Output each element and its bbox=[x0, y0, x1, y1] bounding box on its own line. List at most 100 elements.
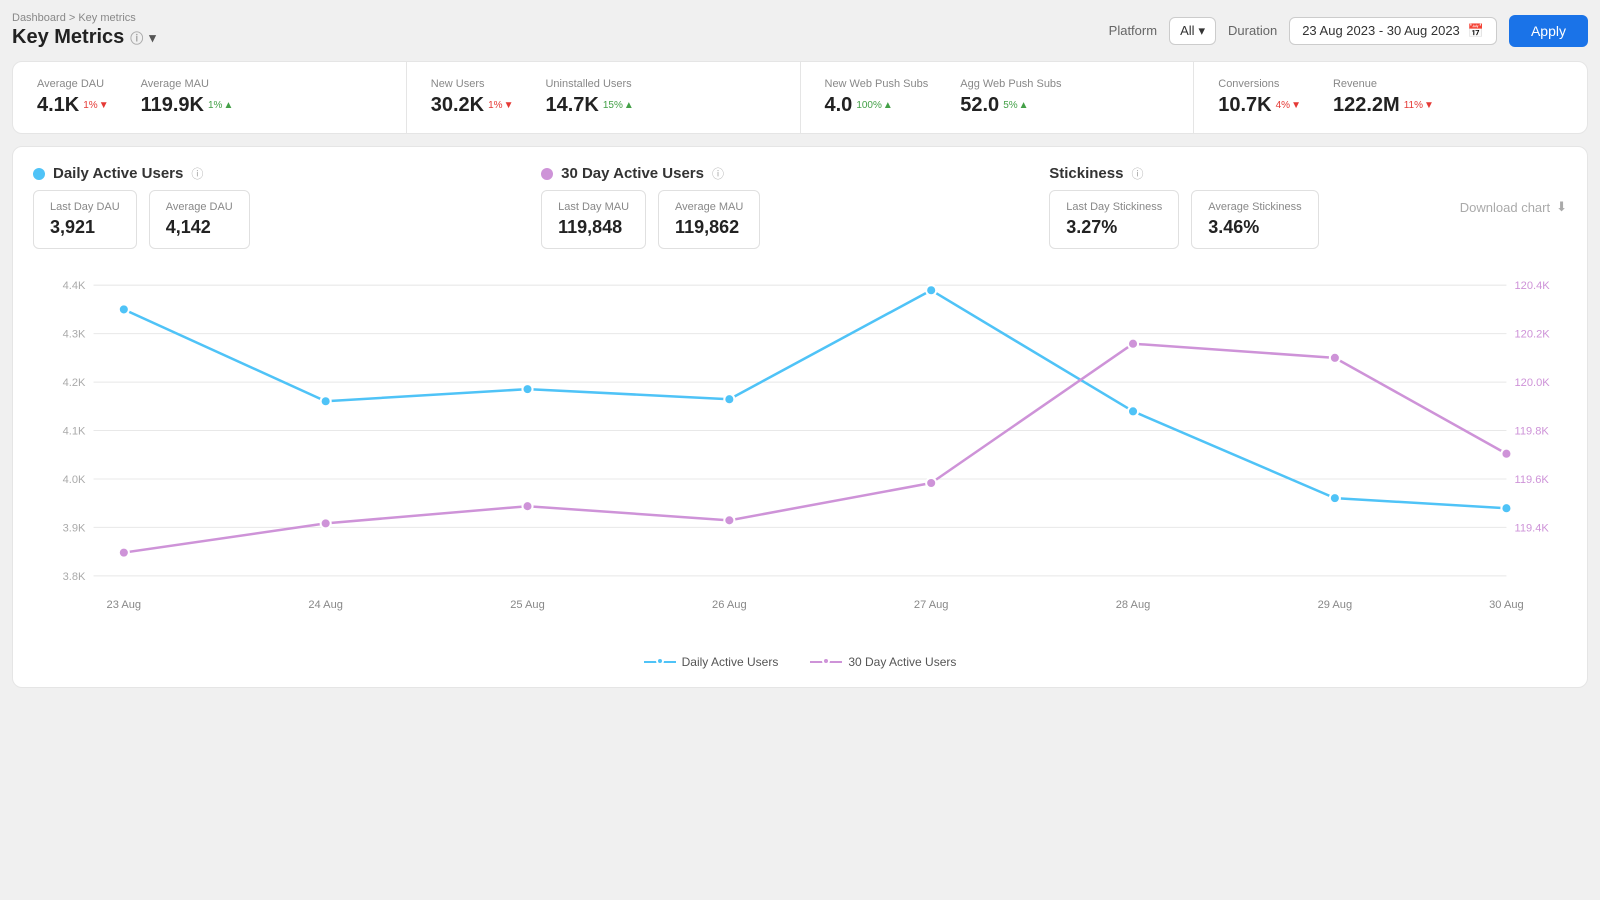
metric-agg-web-push: Agg Web Push Subs 52.0 5% ▲ bbox=[960, 78, 1061, 117]
avg-mau-value: 119.9K 1% ▲ bbox=[141, 94, 234, 117]
date-picker[interactable]: 23 Aug 2023 - 30 Aug 2023 📅 bbox=[1289, 17, 1497, 45]
dau-avg-value: 4,142 bbox=[166, 217, 233, 238]
calendar-icon: 📅 bbox=[1468, 23, 1484, 39]
legend-dau-label: Daily Active Users bbox=[682, 655, 779, 669]
svg-text:119.4K: 119.4K bbox=[1515, 522, 1550, 534]
dau-avg-label: Average DAU bbox=[166, 201, 233, 213]
new-users-badge: 1% ▼ bbox=[488, 100, 513, 111]
apply-button[interactable]: Apply bbox=[1509, 15, 1588, 47]
revenue-label: Revenue bbox=[1333, 78, 1434, 90]
download-chart-button[interactable]: Download chart ⬇ bbox=[1460, 199, 1567, 215]
dau-dot bbox=[33, 168, 45, 180]
agg-web-push-value: 52.0 5% ▲ bbox=[960, 94, 1061, 117]
duration-label: Duration bbox=[1228, 23, 1277, 38]
chart-header: Daily Active Users ⓘ Last Day DAU 3,921 … bbox=[33, 165, 1567, 249]
svg-text:28 Aug: 28 Aug bbox=[1116, 599, 1151, 611]
legend-mau: 30 Day Active Users bbox=[810, 655, 956, 669]
svg-text:24 Aug: 24 Aug bbox=[308, 599, 343, 611]
legend-mau-label: 30 Day Active Users bbox=[848, 655, 956, 669]
svg-text:29 Aug: 29 Aug bbox=[1318, 599, 1353, 611]
avg-dau-label: Average DAU bbox=[37, 78, 109, 90]
stickiness-avg-value: 3.46% bbox=[1208, 217, 1301, 238]
metrics-group-4: Conversions 10.7K 4% ▼ Revenue 122.2M 11… bbox=[1194, 62, 1587, 133]
mau-avg-label: Average MAU bbox=[675, 201, 743, 213]
stickiness-section: Stickiness ⓘ Last Day Stickiness 3.27% A… bbox=[1049, 165, 1440, 249]
dau-section: Daily Active Users ⓘ Last Day DAU 3,921 … bbox=[33, 165, 521, 249]
metrics-group-2: New Users 30.2K 1% ▼ Uninstalled Users 1… bbox=[407, 62, 801, 133]
metrics-group-1: Average DAU 4.1K 1% ▼ Average MAU 119.9K… bbox=[13, 62, 407, 133]
mau-info-icon[interactable]: ⓘ bbox=[712, 165, 724, 182]
stickiness-last-day-box: Last Day Stickiness 3.27% bbox=[1049, 190, 1179, 249]
dau-info-icon[interactable]: ⓘ bbox=[191, 165, 203, 182]
new-web-push-label: New Web Push Subs bbox=[825, 78, 929, 90]
stickiness-info-icon[interactable]: ⓘ bbox=[1131, 165, 1143, 182]
mau-last-day-box: Last Day MAU 119,848 bbox=[541, 190, 646, 249]
mau-dot bbox=[541, 168, 553, 180]
agg-web-push-badge: 5% ▲ bbox=[1003, 100, 1028, 111]
stickiness-title: Stickiness bbox=[1049, 165, 1123, 182]
svg-text:119.6K: 119.6K bbox=[1515, 474, 1550, 486]
info-icon[interactable]: ⓘ bbox=[130, 28, 143, 47]
svg-text:3.9K: 3.9K bbox=[63, 522, 86, 534]
date-range-value: 23 Aug 2023 - 30 Aug 2023 bbox=[1302, 23, 1460, 38]
line-chart: 4.4K 4.3K 4.2K 4.1K 4.0K 3.9K 3.8K 120.4… bbox=[33, 265, 1567, 628]
metric-avg-mau: Average MAU 119.9K 1% ▲ bbox=[141, 78, 234, 117]
svg-text:4.1K: 4.1K bbox=[63, 426, 86, 438]
metric-conversions: Conversions 10.7K 4% ▼ bbox=[1218, 78, 1301, 117]
dau-title: Daily Active Users bbox=[53, 165, 183, 182]
svg-text:4.4K: 4.4K bbox=[63, 280, 86, 292]
conversions-badge: 4% ▼ bbox=[1276, 100, 1301, 111]
download-chart-label: Download chart bbox=[1460, 200, 1550, 215]
download-icon: ⬇ bbox=[1556, 199, 1567, 215]
stickiness-last-day-label: Last Day Stickiness bbox=[1066, 201, 1162, 213]
svg-text:119.8K: 119.8K bbox=[1515, 426, 1550, 438]
svg-text:4.3K: 4.3K bbox=[63, 329, 86, 341]
conversions-value: 10.7K 4% ▼ bbox=[1218, 94, 1301, 117]
revenue-value: 122.2M 11% ▼ bbox=[1333, 94, 1434, 117]
agg-web-push-label: Agg Web Push Subs bbox=[960, 78, 1061, 90]
metric-avg-dau: Average DAU 4.1K 1% ▼ bbox=[37, 78, 109, 117]
svg-text:4.2K: 4.2K bbox=[63, 377, 86, 389]
svg-text:120.0K: 120.0K bbox=[1515, 377, 1551, 389]
metric-revenue: Revenue 122.2M 11% ▼ bbox=[1333, 78, 1434, 117]
metric-new-web-push: New Web Push Subs 4.0 100% ▲ bbox=[825, 78, 929, 117]
breadcrumb: Dashboard > Key metrics bbox=[12, 12, 156, 24]
legend-dau: Daily Active Users bbox=[644, 655, 779, 669]
mau-title: 30 Day Active Users bbox=[561, 165, 704, 182]
new-web-push-badge: 100% ▲ bbox=[856, 100, 892, 111]
mau-last-day-value: 119,848 bbox=[558, 217, 629, 238]
new-users-label: New Users bbox=[431, 78, 514, 90]
page-title: Key Metrics bbox=[12, 26, 124, 49]
new-web-push-value: 4.0 100% ▲ bbox=[825, 94, 929, 117]
conversions-label: Conversions bbox=[1218, 78, 1301, 90]
avg-dau-badge: 1% ▼ bbox=[83, 100, 108, 111]
metric-new-users: New Users 30.2K 1% ▼ bbox=[431, 78, 514, 117]
chevron-down-icon[interactable]: ▾ bbox=[149, 30, 156, 46]
platform-label: Platform bbox=[1109, 23, 1157, 38]
metric-uninstalled: Uninstalled Users 14.7K 15% ▲ bbox=[545, 78, 633, 117]
svg-text:27 Aug: 27 Aug bbox=[914, 599, 949, 611]
avg-mau-badge: 1% ▲ bbox=[208, 100, 233, 111]
svg-text:4.0K: 4.0K bbox=[63, 474, 86, 486]
uninstalled-label: Uninstalled Users bbox=[545, 78, 633, 90]
metrics-group-3: New Web Push Subs 4.0 100% ▲ Agg Web Pus… bbox=[801, 62, 1195, 133]
svg-text:25 Aug: 25 Aug bbox=[510, 599, 545, 611]
mau-avg-value: 119,862 bbox=[675, 217, 743, 238]
avg-dau-value: 4.1K 1% ▼ bbox=[37, 94, 109, 117]
mau-avg-box: Average MAU 119,862 bbox=[658, 190, 760, 249]
metrics-row: Average DAU 4.1K 1% ▼ Average MAU 119.9K… bbox=[12, 61, 1588, 134]
dau-last-day-box: Last Day DAU 3,921 bbox=[33, 190, 137, 249]
dau-last-day-value: 3,921 bbox=[50, 217, 120, 238]
chart-container: 4.4K 4.3K 4.2K 4.1K 4.0K 3.9K 3.8K 120.4… bbox=[33, 265, 1567, 645]
revenue-badge: 11% ▼ bbox=[1404, 100, 1434, 111]
dau-last-day-label: Last Day DAU bbox=[50, 201, 120, 213]
svg-text:30 Aug: 30 Aug bbox=[1489, 599, 1524, 611]
stickiness-avg-box: Average Stickiness 3.46% bbox=[1191, 190, 1318, 249]
mau-section: 30 Day Active Users ⓘ Last Day MAU 119,8… bbox=[541, 165, 1029, 249]
platform-select[interactable]: All ▾ bbox=[1169, 17, 1216, 45]
chart-section: Daily Active Users ⓘ Last Day DAU 3,921 … bbox=[12, 146, 1588, 688]
dau-avg-box: Average DAU 4,142 bbox=[149, 190, 250, 249]
svg-text:3.8K: 3.8K bbox=[63, 571, 86, 583]
avg-mau-label: Average MAU bbox=[141, 78, 234, 90]
svg-text:23 Aug: 23 Aug bbox=[107, 599, 142, 611]
